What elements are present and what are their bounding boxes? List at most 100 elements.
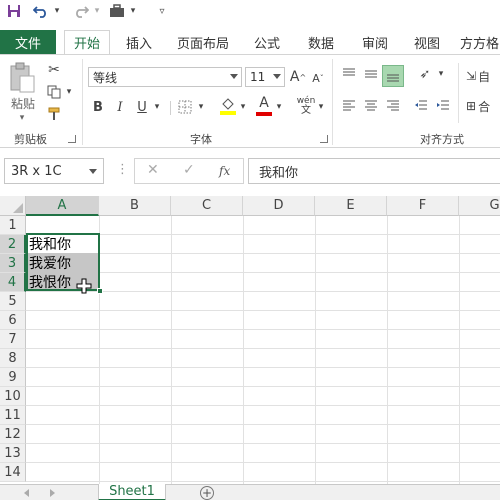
align-center-icon[interactable]: [362, 97, 380, 115]
font-color-button[interactable]: A: [254, 95, 274, 117]
tab-home[interactable]: 开始: [64, 30, 110, 54]
cancel-icon[interactable]: ✕: [147, 162, 159, 178]
increase-indent-icon[interactable]: [434, 97, 452, 115]
column-header-e[interactable]: E: [315, 196, 387, 216]
align-bottom-icon[interactable]: [382, 65, 404, 87]
name-box[interactable]: 3R x 1C: [4, 158, 104, 184]
paste-button[interactable]: 粘贴: [8, 95, 38, 111]
column-header-g[interactable]: G: [459, 196, 500, 216]
group-divider: [170, 101, 171, 115]
undo-icon[interactable]: [32, 2, 50, 20]
row-header-6[interactable]: 6: [0, 311, 26, 330]
grow-font-button[interactable]: A ^: [290, 67, 306, 87]
tab-page-layout[interactable]: 页面布局: [170, 30, 236, 54]
group-divider: [82, 59, 83, 145]
tab-review[interactable]: 审阅: [354, 30, 396, 54]
italic-button[interactable]: I: [112, 97, 128, 117]
tab-data[interactable]: 数据: [300, 30, 342, 54]
row-header-10[interactable]: 10: [0, 387, 26, 406]
merge-center-button[interactable]: ⊞ 合: [466, 97, 500, 115]
underline-button[interactable]: U: [134, 97, 150, 117]
column-header-a[interactable]: A: [26, 196, 99, 216]
clipboard-group-label: 剪贴板: [14, 133, 47, 146]
tab-file[interactable]: 文件: [0, 30, 56, 54]
fill-handle[interactable]: [97, 288, 103, 294]
clipboard-launcher-icon[interactable]: [68, 135, 76, 143]
column-header-d[interactable]: D: [243, 196, 315, 216]
row-header-1[interactable]: 1: [0, 216, 26, 235]
phonetic-dropdown-icon[interactable]: ▾: [316, 99, 326, 115]
save-icon[interactable]: [6, 2, 22, 20]
font-size-select[interactable]: 11: [245, 67, 285, 87]
insert-function-icon[interactable]: fx: [219, 164, 230, 178]
tab-view[interactable]: 视图: [406, 30, 448, 54]
phonetic-button[interactable]: wén 文: [296, 95, 316, 117]
copy-icon[interactable]: [44, 83, 64, 101]
paste-dropdown-icon[interactable]: ▾: [14, 113, 30, 123]
wrap-text-icon: ⇲: [466, 69, 477, 83]
row-header-12[interactable]: 12: [0, 425, 26, 444]
row-header-8[interactable]: 8: [0, 349, 26, 368]
align-top-icon[interactable]: [340, 65, 358, 83]
next-sheet-icon[interactable]: [50, 489, 55, 497]
row-header-13[interactable]: 13: [0, 444, 26, 463]
font-name-select[interactable]: 等线: [88, 67, 242, 87]
decrease-indent-icon[interactable]: [412, 97, 430, 115]
copy-dropdown-icon[interactable]: ▾: [64, 85, 74, 99]
font-color-icon: A: [259, 95, 269, 111]
border-icon[interactable]: [176, 97, 194, 117]
tab-fangfangge[interactable]: 方方格: [460, 30, 500, 54]
grid-line: [26, 481, 500, 482]
tab-formulas[interactable]: 公式: [246, 30, 288, 54]
sheet-tab-sheet1[interactable]: Sheet1: [98, 484, 166, 500]
align-left-icon[interactable]: [340, 97, 358, 115]
paste-icon[interactable]: [6, 61, 38, 95]
toolbox-dropdown-icon[interactable]: ▾: [128, 2, 138, 20]
worksheet-grid[interactable]: A B C D E F G 1 2 3 4 5 6 7 8 9 10 11 12…: [0, 196, 500, 484]
align-right-icon[interactable]: [384, 97, 402, 115]
merge-icon: ⊞: [466, 99, 477, 113]
undo-dropdown-icon[interactable]: ▾: [52, 2, 62, 20]
more-options-icon[interactable]: ⋮: [116, 162, 129, 177]
row-header-7[interactable]: 7: [0, 330, 26, 349]
font-color-swatch: [256, 112, 272, 116]
row-header-5[interactable]: 5: [0, 292, 26, 311]
redo-dropdown-icon[interactable]: ▾: [92, 2, 102, 20]
row-header-2[interactable]: 2: [0, 235, 26, 254]
ribbon-home: 粘贴 ▾ ✂ ▾ 剪贴板 等线 11 A ^ Aˇ B I U ▾ ▾ ▾ A …: [0, 54, 500, 148]
ribbon-tabs: 文件 开始 插入 页面布局 公式 数据 审阅 视图 方方格: [0, 30, 500, 54]
align-middle-icon[interactable]: [362, 65, 380, 83]
row-header-3[interactable]: 3: [0, 254, 26, 273]
fill-color-dropdown-icon[interactable]: ▾: [238, 99, 248, 115]
prev-sheet-icon[interactable]: [24, 489, 29, 497]
column-header-c[interactable]: C: [171, 196, 243, 216]
row-header-9[interactable]: 9: [0, 368, 26, 387]
orientation-icon[interactable]: ➶: [414, 65, 436, 83]
toolbox-icon[interactable]: [108, 2, 126, 20]
select-all-button[interactable]: [0, 196, 26, 216]
formula-input[interactable]: 我和你: [248, 158, 500, 184]
row-header-14[interactable]: 14: [0, 463, 26, 482]
column-header-b[interactable]: B: [99, 196, 171, 216]
wrap-text-button[interactable]: ⇲ 自: [466, 67, 500, 85]
redo-icon[interactable]: [72, 2, 90, 20]
tab-insert[interactable]: 插入: [118, 30, 160, 54]
row-header-4[interactable]: 4: [0, 273, 26, 292]
bold-button[interactable]: B: [90, 97, 106, 117]
orientation-dropdown-icon[interactable]: ▾: [436, 67, 446, 81]
add-sheet-icon[interactable]: +: [200, 486, 214, 500]
shrink-font-button[interactable]: Aˇ: [310, 69, 326, 87]
font-launcher-icon[interactable]: [320, 135, 328, 143]
grid-line: [26, 386, 500, 387]
border-dropdown-icon[interactable]: ▾: [196, 99, 206, 115]
font-color-dropdown-icon[interactable]: ▾: [274, 99, 284, 115]
cut-icon[interactable]: ✂: [44, 61, 64, 79]
underline-dropdown-icon[interactable]: ▾: [152, 99, 162, 115]
name-box-value: 3R x 1C: [11, 163, 62, 179]
format-painter-icon[interactable]: [44, 105, 64, 123]
enter-icon[interactable]: ✓: [183, 162, 195, 178]
row-header-11[interactable]: 11: [0, 406, 26, 425]
column-header-f[interactable]: F: [387, 196, 459, 216]
customize-toolbar-icon[interactable]: ▿: [156, 2, 168, 20]
fill-color-icon[interactable]: [218, 95, 238, 117]
